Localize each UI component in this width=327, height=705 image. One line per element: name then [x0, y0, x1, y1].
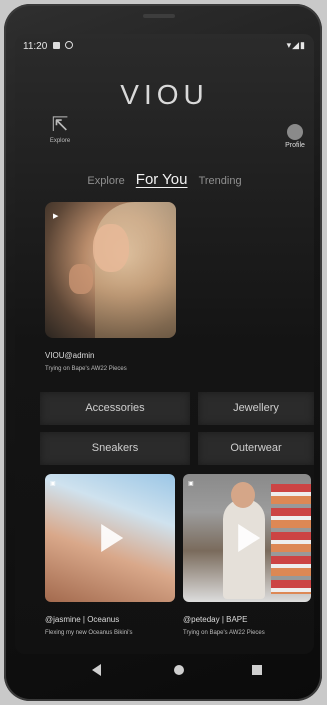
play-icon: [101, 524, 124, 552]
status-time: 11:20: [23, 41, 48, 52]
sync-icon: [65, 41, 73, 49]
tab-for-you[interactable]: For You: [136, 171, 188, 188]
thumbnail-face: [93, 224, 129, 272]
video-author: @jasmine | Oceanus: [45, 615, 120, 624]
video-tag-icon: ▣: [50, 481, 56, 487]
profile-button-label: Profile: [285, 142, 305, 149]
featured-video-card[interactable]: ▶: [45, 202, 176, 338]
back-icon[interactable]: [92, 664, 101, 676]
app-screen: 11:20 ▾◢▮ VIOU ⇱ Explore Profile Explore…: [15, 34, 314, 654]
cursor-icon: ⇱: [51, 114, 69, 136]
phone-frame: 11:20 ▾◢▮ VIOU ⇱ Explore Profile Explore…: [4, 4, 322, 701]
speaker: [143, 14, 175, 18]
avatar: [287, 124, 303, 140]
explore-button-label: Explore: [49, 138, 71, 144]
featured-title: Trying on Bape's AW22 Pieces: [45, 366, 127, 372]
profile-button[interactable]: Profile: [280, 124, 310, 149]
play-icon: [238, 524, 261, 552]
status-bar: 11:20 ▾◢▮: [15, 34, 314, 58]
feed-tabs: Explore For You Trending: [15, 171, 314, 188]
signal-battery-icons: ▾◢▮: [286, 40, 306, 50]
video-caption: Trying on Bape's AW22 Pieces: [183, 630, 265, 636]
featured-author: VIOU@admin: [45, 351, 95, 360]
category-outerwear[interactable]: Outerwear: [198, 432, 314, 465]
thumbnail-shelf: [271, 484, 311, 594]
category-sneakers[interactable]: Sneakers: [40, 432, 190, 465]
video-author: @peteday | BAPE: [183, 615, 248, 624]
video-card-jasmine[interactable]: ▣: [45, 474, 175, 602]
video-caption: Flexing my new Oceanus Bikini's: [45, 630, 133, 636]
android-nav-bar: [4, 656, 322, 686]
video-tag-icon: ▣: [188, 481, 194, 487]
recent-apps-icon[interactable]: [252, 665, 262, 675]
category-jewellery[interactable]: Jewellery: [198, 392, 314, 425]
app-logo: VIOU: [120, 79, 209, 110]
explore-button[interactable]: ⇱ Explore: [45, 114, 75, 144]
thumbnail-head: [231, 482, 255, 508]
tab-trending[interactable]: Trending: [199, 175, 242, 187]
video-card-peteday[interactable]: ▣: [183, 474, 311, 602]
video-badge-icon: ▶: [53, 213, 59, 220]
notification-icon: [53, 42, 60, 49]
category-accessories[interactable]: Accessories: [40, 392, 190, 425]
home-icon[interactable]: [174, 665, 184, 675]
thumbnail-hand: [69, 264, 93, 294]
tab-explore[interactable]: Explore: [87, 175, 124, 187]
